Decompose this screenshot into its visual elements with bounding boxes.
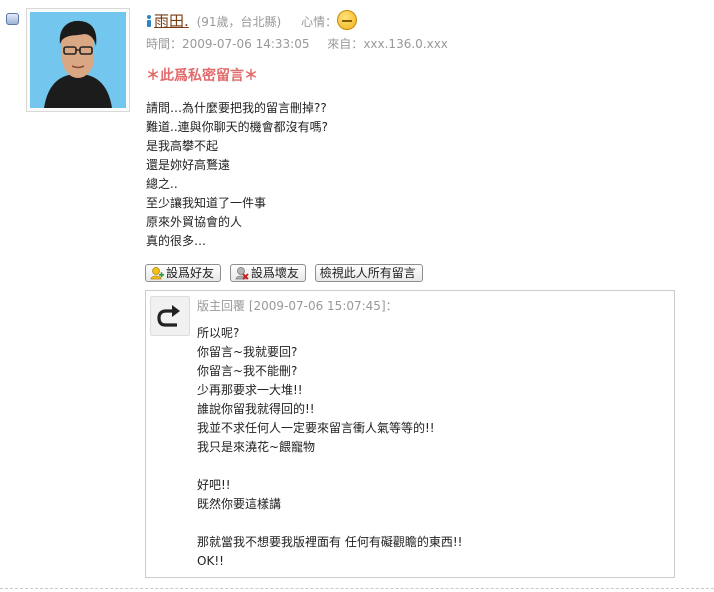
message-line: 難道..連與你聊天的機會都沒有嗎? — [146, 120, 328, 134]
reply-line: 少再那要求一大堆!! — [197, 383, 303, 397]
ip-address: xxx.136.0.xxx — [363, 37, 448, 51]
reply-line: 那就當我不想要我版裡面有 任何有礙觀瞻的東西!! — [197, 535, 463, 549]
message-line: 至少讓我知道了一件事 — [146, 196, 267, 210]
reply-header: 版主回覆 [2009-07-06 15:07:45]： — [197, 299, 398, 313]
add-friend-button[interactable]: 設爲好友 — [145, 264, 222, 282]
reply-line: 我只是來澆花~餵寵物 — [197, 440, 316, 454]
author-name-link[interactable]: 雨田. — [154, 12, 189, 30]
message-line: 原來外貿協會的人 — [146, 215, 243, 229]
reply-line: 你留言~我不能刪? — [197, 364, 298, 378]
reply-arrow-icon — [150, 296, 190, 336]
avatar-photo — [30, 12, 126, 108]
entry-meta: 時間：2009-07-06 14:33:05 來自：xxx.136.0.xxx — [146, 35, 448, 52]
entry-icon — [6, 13, 19, 25]
reply-line: 我並不求任何人一定要來留言衝人氣等等的!! — [197, 421, 435, 435]
reply-line: 你留言~我就要回? — [197, 345, 298, 359]
reply-line: OK!! — [197, 554, 224, 568]
message-line: 真的很多… — [146, 234, 207, 248]
reply-line — [197, 457, 462, 476]
owner-reply-box: 版主回覆 [2009-07-06 15:07:45]： 所以呢? 你留言~我就要… — [145, 290, 675, 578]
reply-line: 誰說你留我就得回的!! — [197, 402, 315, 416]
reply-line: 所以呢? — [197, 326, 240, 340]
view-all-messages-button[interactable]: 檢視此人所有留言 — [314, 264, 423, 282]
add-friend-label: 設爲好友 — [166, 266, 215, 280]
person-icon — [147, 15, 151, 27]
entry-actions: 設爲好友 設爲壞友 檢視此人所有留言 — [145, 264, 428, 282]
view-all-label: 檢視此人所有留言 — [319, 266, 416, 280]
message-line: 是我高攀不起 — [146, 139, 219, 153]
reply-body: 所以呢? 你留言~我就要回? 你留言~我不能刪? 少再那要求一大堆!! 誰說你留… — [197, 324, 462, 571]
private-message-notice: ＊此爲私密留言＊ — [146, 68, 258, 84]
entry-header: 雨田. (91歲，台北縣) 心情： — [146, 10, 358, 30]
set-enemy-label: 設爲壞友 — [250, 266, 299, 280]
post-time: 2009-07-06 14:33:05 — [182, 37, 310, 51]
message-line: 請問…為什麼要把我的留言刪掉?? — [146, 101, 327, 115]
entry-divider — [0, 588, 714, 589]
sad-face-icon — [337, 10, 358, 30]
mood-label: 心情： — [301, 15, 338, 29]
reply-line: 既然你要這樣講 — [197, 497, 282, 511]
reply-line: 好吧!! — [197, 478, 231, 492]
message-line: 還是妳好高鶩遠 — [146, 158, 231, 172]
from-label: 來自： — [327, 37, 364, 51]
avatar[interactable] — [26, 8, 130, 112]
time-label: 時間： — [146, 37, 183, 51]
author-age-location: (91歲，台北縣) — [196, 15, 282, 29]
reply-line — [197, 514, 462, 533]
block-user-icon — [235, 267, 249, 280]
set-enemy-button[interactable]: 設爲壞友 — [229, 264, 306, 282]
message-body: 請問…為什麼要把我的留言刪掉?? 難道..連與你聊天的機會都沒有嗎? 是我高攀不… — [146, 99, 328, 251]
add-friend-icon — [150, 267, 164, 280]
message-line: 總之.. — [146, 177, 178, 191]
